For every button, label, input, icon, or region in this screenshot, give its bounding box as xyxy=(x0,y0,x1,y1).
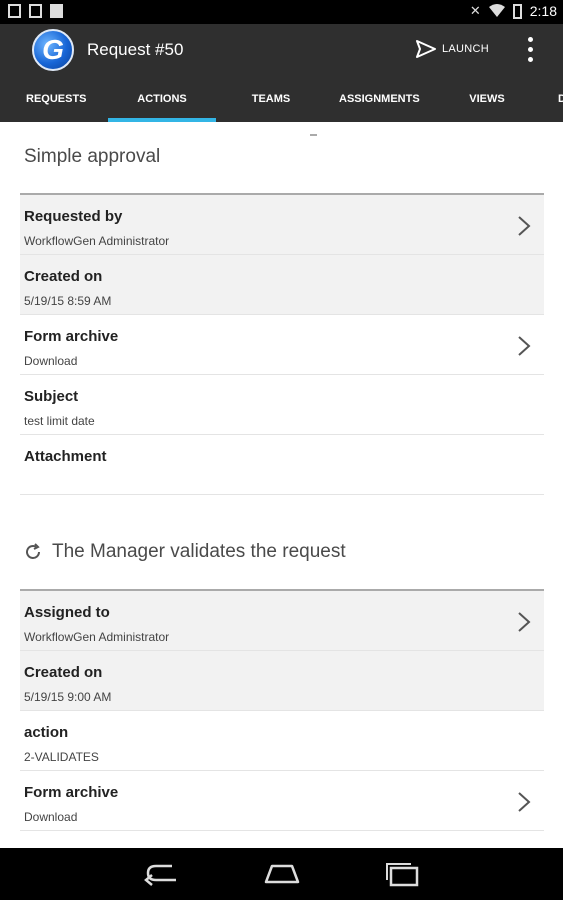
back-icon[interactable] xyxy=(142,860,182,888)
request-detail[interactable]: Simple approval Requested by WorkflowGen… xyxy=(0,122,563,848)
tab-requests[interactable]: REQUESTS xyxy=(26,78,87,122)
list-item-subject: Subject test limit date xyxy=(20,375,544,435)
no-sound-icon: ✕ xyxy=(469,3,481,18)
status-bar: ✕ 2:18 xyxy=(0,0,563,24)
row-label: Form archive xyxy=(24,784,119,801)
send-icon xyxy=(416,40,436,58)
row-value: 2-VALIDATES xyxy=(24,750,99,764)
sd-card-icon xyxy=(29,4,42,18)
recent-apps-icon[interactable] xyxy=(383,860,423,888)
system-nav-bar xyxy=(0,848,563,900)
row-value: WorkflowGen Administrator xyxy=(24,630,170,644)
chevron-right-icon xyxy=(518,216,531,236)
list-item-assigned-to[interactable]: Assigned to WorkflowGen Administrator xyxy=(20,591,544,651)
system-icons: ✕ 2:18 xyxy=(470,3,557,19)
chevron-right-icon xyxy=(518,336,531,356)
tab-overflow[interactable]: D xyxy=(555,78,563,122)
image-icon xyxy=(8,4,21,18)
row-label: Requested by xyxy=(24,208,123,225)
row-label: Subject xyxy=(24,388,79,405)
tab-views[interactable]: VIEWS xyxy=(469,78,505,122)
row-label: Created on xyxy=(24,268,103,285)
home-icon[interactable] xyxy=(262,860,302,888)
launch-label: LAUNCH xyxy=(442,43,490,55)
launch-button[interactable]: LAUNCH xyxy=(416,40,489,58)
list-item-created-on: Created on 5/19/15 8:59 AM xyxy=(20,255,544,315)
list-item-form-archive[interactable]: Form archive Download xyxy=(20,315,544,375)
request-title-label: Simple approval xyxy=(24,146,161,167)
app-bar: G Request #50 LAUNCH xyxy=(0,24,563,78)
row-label: action xyxy=(24,724,69,741)
page-title: Request #50 xyxy=(87,40,184,59)
row-value: Download xyxy=(24,810,78,824)
logo-letter: G xyxy=(42,34,64,65)
notification-icons xyxy=(8,4,63,18)
storage-icon xyxy=(50,4,63,18)
row-value: 5/19/15 9:00 AM xyxy=(24,690,112,704)
row-label: Attachment xyxy=(24,448,107,465)
list-item-requested-by[interactable]: Requested by WorkflowGen Administrator xyxy=(20,195,544,255)
tab-bar: REQUESTS ACTIONS TEAMS ASSIGNMENTS VIEWS… xyxy=(0,78,563,122)
row-label: Assigned to xyxy=(24,604,110,621)
sync-icon xyxy=(26,543,40,559)
row-label: Form archive xyxy=(24,328,119,345)
app-logo[interactable]: G xyxy=(32,29,74,71)
wifi-icon xyxy=(488,4,505,17)
tab-assignments[interactable]: ASSIGNMENTS xyxy=(339,78,420,122)
overflow-menu-icon[interactable] xyxy=(520,34,540,70)
clock: 2:18 xyxy=(529,3,557,19)
list-item-action: action 2-VALIDATES xyxy=(20,711,544,771)
action-section-title: The Manager validates the request xyxy=(24,541,346,563)
battery-icon xyxy=(512,3,522,19)
row-label: Created on xyxy=(24,664,103,681)
tab-actions[interactable]: ACTIONS xyxy=(108,78,216,122)
tab-teams[interactable]: TEAMS xyxy=(250,78,292,122)
scroll-indicator xyxy=(310,134,317,136)
list-item-form-archive[interactable]: Form archive Download xyxy=(20,771,544,831)
list-item-created-on: Created on 5/19/15 9:00 AM xyxy=(20,651,544,711)
row-value: WorkflowGen Administrator xyxy=(24,234,170,248)
chevron-right-icon xyxy=(518,792,531,812)
request-section-title: Simple approval xyxy=(24,146,160,168)
row-value: Download xyxy=(24,354,78,368)
chevron-right-icon xyxy=(518,612,531,632)
action-title-label: The Manager validates the request xyxy=(52,541,346,562)
row-value: 5/19/15 8:59 AM xyxy=(24,294,112,308)
row-value: test limit date xyxy=(24,414,95,428)
list-item-attachment: Attachment xyxy=(20,435,544,495)
